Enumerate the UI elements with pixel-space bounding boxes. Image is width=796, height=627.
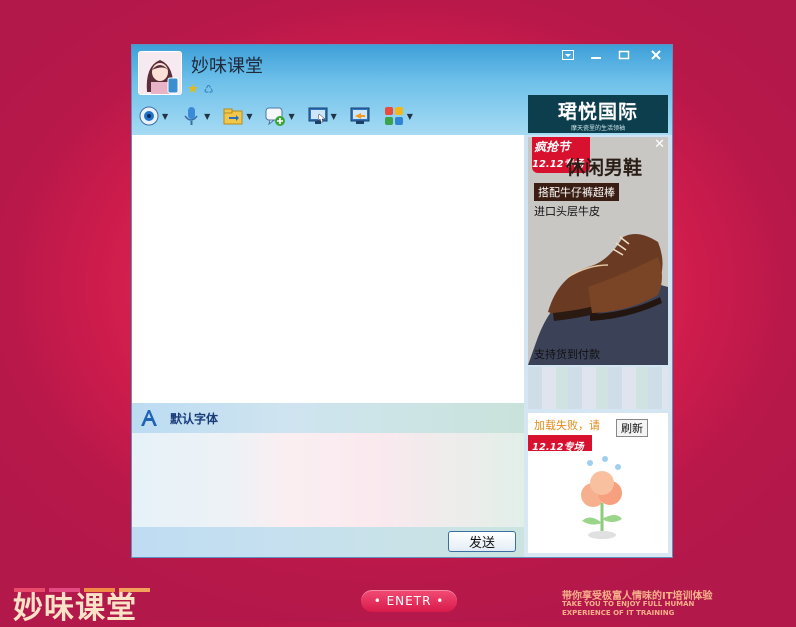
message-button[interactable]: ▼ bbox=[264, 105, 295, 127]
apps-icon bbox=[384, 107, 403, 125]
star-icon: ★ bbox=[187, 82, 199, 97]
site-logo[interactable]: 妙味课堂 bbox=[13, 583, 137, 627]
remote-desktop-icon bbox=[308, 107, 328, 124]
webcam-button[interactable]: ▼ bbox=[138, 105, 168, 127]
failed-ad: 12.12专场 加载失败，请 刷新 bbox=[528, 413, 668, 553]
failed-ad-badge: 12.12专场 bbox=[528, 435, 592, 453]
file-transfer-icon bbox=[223, 108, 243, 125]
badge-line-1: 疯抢节 bbox=[534, 140, 571, 154]
apps-button[interactable]: ▼ bbox=[383, 105, 413, 127]
ad-headline: 休闲男鞋 bbox=[566, 157, 643, 179]
font-label[interactable]: 默认字体 bbox=[170, 410, 218, 427]
toolbar: ▼ ▼ ▼ ▼ ▼ ▼ bbox=[138, 103, 425, 129]
ad-payment-note: 支持货到付款 bbox=[534, 348, 600, 361]
microphone-icon bbox=[184, 107, 198, 125]
enter-button[interactable]: • ENETR • bbox=[361, 590, 457, 612]
slogan-en-1: TAKE YOU TO ENJOY FULL HUMAN bbox=[562, 600, 695, 608]
refresh-button[interactable]: 刷新 bbox=[616, 419, 648, 437]
top-banner-ad[interactable]: 珺悦国际 摩天瓷里的生活领袖 bbox=[528, 95, 668, 133]
font-icon[interactable] bbox=[138, 408, 160, 428]
minimize-icon[interactable] bbox=[582, 45, 610, 64]
window-title: 妙味课堂 bbox=[191, 56, 263, 77]
close-icon[interactable]: ✕ bbox=[654, 137, 665, 152]
vip-icon: ♺ bbox=[203, 83, 214, 96]
microphone-button[interactable]: ▼ bbox=[180, 105, 210, 127]
dropdown-icon[interactable] bbox=[554, 45, 582, 64]
slogan-en-2: EXPERIENCE OF IT TRAINING bbox=[562, 609, 675, 617]
message-history[interactable] bbox=[132, 135, 524, 401]
banner-title: 珺悦国际 bbox=[557, 101, 638, 123]
ad-tag: 搭配牛仔裤超棒 bbox=[534, 183, 619, 201]
ad-strip bbox=[528, 367, 668, 409]
flower-icon bbox=[581, 456, 622, 539]
webcam-icon bbox=[139, 106, 159, 126]
status-icons: ★ ♺ bbox=[187, 78, 214, 97]
remote-desktop-button[interactable]: ▼ bbox=[307, 105, 337, 127]
message-input[interactable] bbox=[132, 433, 524, 527]
screen-share-button[interactable] bbox=[349, 105, 371, 127]
close-icon[interactable] bbox=[642, 45, 670, 64]
send-button[interactable]: 发送 bbox=[448, 531, 516, 552]
avatar[interactable] bbox=[138, 51, 182, 95]
ad-feature: 进口头层牛皮 bbox=[534, 205, 600, 218]
maximize-icon[interactable] bbox=[610, 45, 638, 64]
load-failed-text: 加载失败，请 bbox=[534, 419, 600, 432]
chat-window: 妙味课堂 ★ ♺ ▼ ▼ ▼ ▼ ▼ ▼ 默认字体 发送 珺悦国际 摩天瓷里的生… bbox=[131, 44, 673, 558]
file-transfer-button[interactable]: ▼ bbox=[222, 105, 252, 127]
message-add-icon bbox=[265, 107, 286, 126]
action-bar: 发送 bbox=[132, 527, 524, 557]
shoe-ad[interactable]: 疯抢节 12.12专场 休闲男鞋 搭配牛仔裤超棒 进口头层牛皮 支持货到付款 ✕ bbox=[528, 137, 668, 365]
screen-share-icon bbox=[350, 107, 370, 124]
format-toolbar: 默认字体 bbox=[132, 403, 524, 433]
banner-subtitle: 摩天瓷里的生活领袖 bbox=[570, 125, 625, 132]
